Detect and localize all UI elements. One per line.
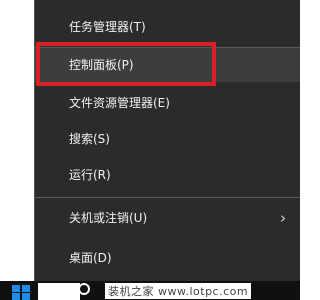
menu-item-shutdown-signout[interactable]: 关机或注销(U) › bbox=[35, 201, 300, 235]
menu-item-run[interactable]: 运行(R) bbox=[35, 158, 300, 192]
menu-item-label: 运行(R) bbox=[69, 168, 111, 182]
highlight-box bbox=[36, 42, 216, 86]
site-watermark: 装机之家 www.lotpc.com bbox=[105, 283, 252, 299]
menu-item-desktop[interactable]: 桌面(D) bbox=[35, 241, 300, 275]
menu-item-label: 桌面(D) bbox=[69, 251, 112, 265]
chevron-right-icon: › bbox=[280, 209, 286, 227]
desktop-screenshot: 任务管理器(T) 控制面板(P) 文件资源管理器(E) 搜索(S) 运行(R) … bbox=[0, 0, 300, 300]
left-background-strip bbox=[0, 0, 35, 281]
menu-item-task-manager[interactable]: 任务管理器(T) bbox=[35, 10, 300, 44]
menu-item-label: 文件资源管理器(E) bbox=[69, 96, 170, 110]
menu-item-label: 任务管理器(T) bbox=[69, 20, 146, 34]
menu-separator bbox=[35, 197, 300, 198]
menu-item-file-explorer[interactable]: 文件资源管理器(E) bbox=[35, 86, 300, 120]
taskbar-white-block bbox=[38, 283, 80, 300]
menu-item-label: 关机或注销(U) bbox=[69, 211, 148, 225]
menu-item-search[interactable]: 搜索(S) bbox=[35, 122, 300, 156]
windows-start-icon[interactable] bbox=[12, 285, 30, 300]
menu-item-label: 搜索(S) bbox=[69, 132, 110, 146]
